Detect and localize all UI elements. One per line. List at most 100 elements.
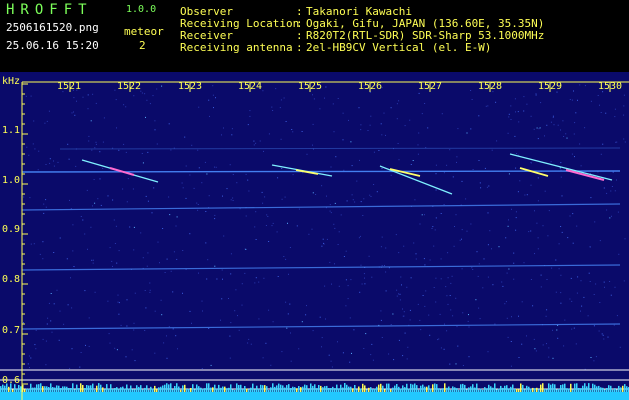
noise-pixel — [364, 283, 366, 285]
noise-pixel — [111, 260, 113, 262]
noise-pixel — [593, 294, 595, 295]
x-tick-label: 1523 — [178, 81, 202, 92]
noise-pixel — [107, 300, 109, 302]
floor-noise-bar — [118, 388, 120, 392]
floor-noise-bar — [512, 384, 514, 392]
noise-pixel — [312, 94, 313, 96]
noise-pixel — [95, 141, 97, 143]
noise-pixel — [53, 303, 55, 305]
noise-pixel — [164, 272, 166, 273]
noise-pixel — [417, 153, 419, 155]
floor-noise-bar — [392, 387, 394, 392]
noise-pixel — [232, 200, 234, 201]
noise-pixel — [454, 226, 455, 227]
floor-noise-bar — [290, 388, 292, 392]
noise-pixel — [221, 298, 223, 300]
noise-pixel — [600, 112, 602, 113]
noise-pixel — [514, 98, 516, 100]
noise-pixel — [59, 237, 61, 239]
noise-pixel — [623, 105, 625, 107]
floor-noise-bar — [140, 385, 142, 392]
noise-pixel — [198, 106, 200, 108]
floor-noise-bar — [66, 386, 68, 392]
noise-pixel — [214, 166, 215, 168]
floor-noise-bar — [576, 383, 578, 392]
noise-pixel — [71, 348, 73, 350]
noise-pixel — [329, 261, 331, 263]
noise-pixel — [506, 317, 508, 319]
floor-noise-bar — [158, 387, 160, 392]
floor-noise-bar — [200, 387, 202, 392]
noise-pixel — [335, 156, 337, 158]
noise-pixel — [244, 272, 246, 274]
floor-noise-bar — [164, 384, 166, 392]
noise-pixel — [600, 153, 602, 155]
floor-noise-bar — [498, 388, 500, 392]
noise-pixel — [579, 143, 581, 145]
noise-pixel — [519, 180, 521, 182]
noise-pixel — [587, 315, 589, 317]
noise-pixel — [328, 354, 330, 356]
floor-noise-bar — [248, 389, 250, 392]
noise-pixel — [579, 84, 581, 86]
floor-noise-bar — [270, 387, 272, 392]
noise-pixel — [574, 156, 575, 158]
floor-noise-bar — [90, 385, 92, 392]
noise-pixel — [214, 214, 216, 216]
floor-noise-bar — [256, 385, 258, 392]
noise-pixel — [92, 205, 93, 207]
noise-pixel — [542, 225, 544, 227]
noise-pixel — [226, 188, 228, 190]
floor-noise-bar — [222, 386, 224, 392]
noise-pixel — [360, 264, 362, 266]
floor-noise-bar — [556, 389, 558, 392]
noise-pixel — [312, 192, 314, 194]
noise-pixel — [285, 121, 287, 122]
noise-pixel — [201, 182, 203, 184]
noise-pixel — [534, 348, 536, 350]
noise-pixel — [322, 238, 324, 240]
noise-pixel — [116, 349, 118, 351]
noise-pixel — [510, 365, 512, 367]
floor-noise-bar — [294, 387, 296, 392]
noise-pixel — [34, 344, 36, 346]
floor-noise-bar — [434, 383, 436, 392]
floor-noise-bar — [28, 388, 30, 392]
noise-pixel — [572, 213, 574, 215]
noise-pixel — [443, 348, 445, 350]
noise-pixel — [209, 115, 210, 117]
noise-pixel — [425, 290, 427, 292]
noise-pixel — [66, 258, 68, 260]
noise-pixel — [576, 292, 578, 294]
noise-pixel — [564, 319, 566, 321]
noise-pixel — [558, 243, 560, 245]
noise-pixel — [417, 303, 419, 305]
floor-noise-bar — [86, 385, 88, 392]
noise-pixel — [175, 225, 177, 227]
noise-pixel — [34, 148, 36, 150]
noise-pixel — [396, 103, 398, 105]
noise-pixel — [207, 259, 209, 261]
noise-pixel — [471, 99, 473, 100]
noise-pixel — [419, 319, 421, 321]
noise-pixel — [268, 241, 270, 242]
noise-pixel — [93, 259, 94, 261]
floor-noise-bar — [476, 383, 478, 392]
noise-pixel — [30, 95, 32, 97]
noise-pixel — [530, 162, 532, 164]
floor-noise-bar — [286, 385, 288, 392]
noise-pixel — [212, 85, 214, 87]
noise-pixel — [331, 283, 332, 285]
noise-pixel — [73, 97, 75, 99]
floor-noise-bar — [618, 385, 620, 392]
noise-pixel — [433, 287, 435, 288]
noise-pixel — [175, 335, 177, 337]
noise-pixel — [487, 212, 489, 214]
floor-noise-bar — [288, 384, 290, 392]
noise-pixel — [249, 115, 251, 117]
noise-pixel — [536, 127, 538, 129]
floor-noise-bar — [250, 387, 252, 392]
noise-pixel — [457, 345, 459, 347]
noise-pixel — [263, 277, 265, 279]
noise-pixel — [536, 222, 538, 224]
